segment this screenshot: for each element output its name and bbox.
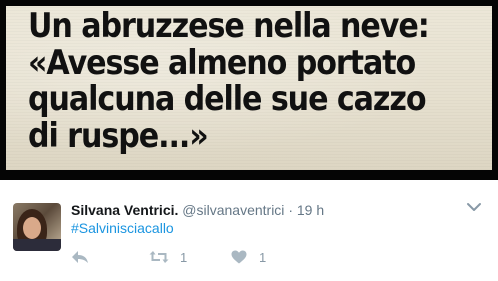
tweet-media-image[interactable]: Un abruzzese nella neve: «Avesse almeno …	[0, 0, 498, 180]
retweet-count: 1	[180, 249, 188, 265]
newspaper-clipping: Un abruzzese nella neve: «Avesse almeno …	[6, 6, 492, 170]
tweet-header: Silvana Ventrici. @silvanaventrici · 19 …	[71, 201, 324, 219]
tweet-card: Un abruzzese nella neve: «Avesse almeno …	[0, 0, 498, 281]
chevron-down-icon[interactable]	[466, 201, 482, 215]
clipping-headline: Un abruzzese nella neve: «Avesse almeno …	[28, 6, 430, 155]
tweet-timestamp[interactable]: 19 h	[297, 202, 324, 218]
reply-icon	[71, 250, 89, 264]
tweet-actions: 1 1	[71, 247, 371, 267]
author-handle[interactable]: @silvanaventrici	[182, 202, 284, 218]
author-name[interactable]: Silvana Ventrici.	[71, 202, 178, 218]
avatar[interactable]	[13, 203, 61, 251]
reply-button[interactable]	[71, 247, 89, 267]
retweet-button[interactable]: 1	[149, 247, 187, 267]
heart-icon	[231, 250, 247, 264]
retweet-icon	[149, 250, 169, 264]
hashtag-link[interactable]: #Salvinisciacallo	[71, 219, 174, 237]
header-separator: ·	[288, 202, 293, 218]
like-button[interactable]: 1	[231, 247, 266, 267]
like-count: 1	[259, 249, 267, 265]
